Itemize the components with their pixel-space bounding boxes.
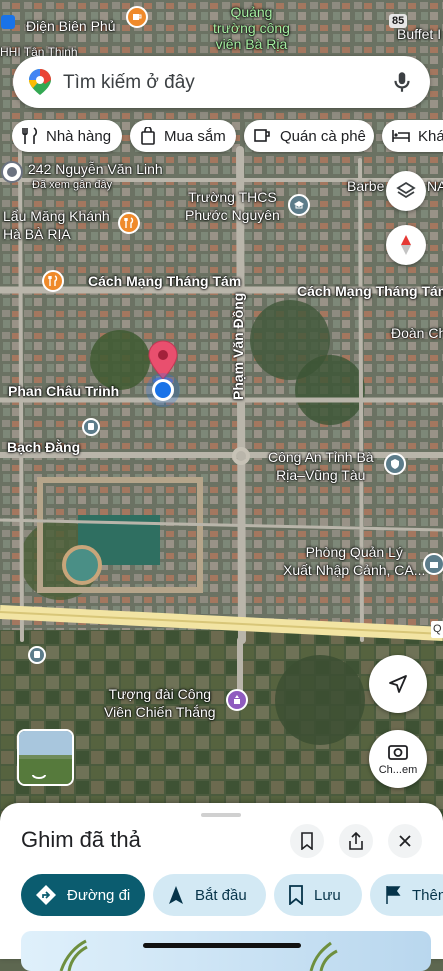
start-button[interactable]: Bắt đầu — [153, 874, 266, 916]
map-label-cach-mang-right: Cách Mạng Tháng Tám — [297, 283, 443, 299]
map-label-cach-mang-left: Cách Mạng Tháng Tám — [88, 273, 242, 289]
map-label-pham-van-dong: Phạm Văn Đồng — [230, 292, 246, 400]
close-button[interactable] — [388, 824, 422, 858]
action-label: Thên — [412, 886, 443, 904]
compass-icon — [401, 235, 411, 255]
add-label-button[interactable]: Thên — [370, 874, 443, 916]
layers-icon — [396, 181, 416, 199]
action-label: Bắt đầu — [195, 886, 247, 904]
sheet-title: Ghim đã thả — [21, 827, 141, 852]
compass-button[interactable] — [386, 225, 426, 265]
category-chips: Nhà hàng Mua sắm Quán cà phê Khá — [12, 120, 443, 154]
microphone-icon[interactable] — [389, 69, 415, 95]
chip-label: Khá — [418, 127, 443, 145]
chip-hotels[interactable]: Khá — [382, 120, 443, 152]
map-label-recent-place: 242 Nguyễn Văn Linh — [28, 161, 163, 177]
navigation-arrow-icon — [169, 886, 183, 904]
map-label-barber: Barbe — [347, 178, 385, 194]
navigation-arrow-icon — [389, 675, 407, 693]
current-location-dot — [152, 379, 174, 401]
restaurant-icon-2[interactable] — [42, 270, 64, 292]
share-button[interactable] — [339, 824, 373, 858]
map-label-phong-quan-ly: Phòng Quản Lý Xuất Nhập Cảnh, CA... — [283, 544, 426, 578]
layers-button[interactable] — [386, 171, 426, 211]
lock-icon — [1, 15, 15, 29]
maps-logo-icon — [29, 69, 51, 95]
bookmark-icon — [301, 832, 313, 850]
map-label-doan-chi: Đoàn Ch — [391, 325, 443, 341]
map-label-bach-dang: Bạch Đằng — [7, 439, 81, 455]
save-bookmark-button[interactable] — [290, 824, 324, 858]
search-input[interactable]: Tìm kiếm ở đây — [63, 72, 195, 94]
flag-icon — [386, 886, 401, 904]
transit-icon[interactable] — [82, 418, 100, 436]
home-indicator — [143, 943, 301, 948]
bookmark-icon — [289, 885, 303, 905]
street-view-image — [19, 731, 72, 784]
history-pin-icon[interactable] — [1, 161, 23, 183]
highway-badge: Q — [431, 621, 443, 638]
action-label: Lưu — [314, 886, 341, 904]
bed-icon — [392, 130, 410, 142]
chip-label: Quán cà phê — [280, 127, 366, 145]
chip-label: Mua sắm — [164, 127, 226, 145]
my-location-button[interactable] — [369, 655, 427, 713]
street-view-thumbnail[interactable] — [17, 729, 74, 786]
map-label-buffet: Buffet I — [397, 26, 442, 42]
map-label-cong-an: Công An Tỉnh Bà Rịa–Vũng Tàu — [268, 449, 374, 483]
monument-icon[interactable] — [226, 689, 248, 711]
map-label-school: Trường THCS Phước Nguyên — [185, 189, 280, 223]
map-label-na: NA — [427, 178, 443, 194]
police-icon[interactable] — [384, 453, 406, 475]
place-photo-preview[interactable] — [21, 931, 431, 971]
map-label-recent-sub: Đã xem gần đây — [32, 179, 113, 191]
map-label-tuong-dai: Tượng đài Công Viên Chiến Thắng — [104, 686, 216, 720]
camera-search-button[interactable]: Ch...em — [369, 730, 427, 788]
place-sheet[interactable]: Ghim đã thả Đường đi Bắt đầu Lưu Thên — [0, 803, 443, 971]
coffee-cup-icon — [254, 129, 270, 142]
camera-icon — [388, 745, 408, 760]
school-icon[interactable] — [288, 194, 310, 216]
status-badge: 85 — [389, 14, 408, 28]
action-label: Đường đi — [67, 886, 131, 904]
map-label-phan-chau-trinh: Phan Châu Trinh — [8, 383, 120, 399]
chip-label: Nhà hàng — [46, 127, 112, 145]
map-label-lau-mang: Lẩu Măng Khánh Hà BÀ RỊA — [3, 208, 110, 242]
chip-coffee[interactable]: Quán cà phê — [244, 120, 374, 152]
place-photo — [59, 939, 338, 971]
sheet-drag-handle[interactable] — [201, 813, 241, 817]
fork-knife-icon — [22, 127, 38, 144]
restaurant-icon[interactable] — [118, 212, 140, 234]
close-icon — [399, 835, 411, 847]
map-label-dien-bien-phu: Điện Biên Phủ — [26, 18, 116, 34]
save-button[interactable]: Lưu — [274, 874, 362, 916]
government-icon[interactable] — [423, 553, 443, 575]
map-label-park: Quảng trường công viên Bà Rịa — [213, 4, 290, 52]
chip-shopping[interactable]: Mua sắm — [130, 120, 236, 152]
search-bar[interactable]: Tìm kiếm ở đây — [13, 56, 430, 108]
share-icon — [349, 832, 363, 850]
bus-stop-icon[interactable] — [28, 646, 46, 664]
chip-restaurants[interactable]: Nhà hàng — [12, 120, 122, 152]
directions-icon — [36, 885, 56, 905]
shopping-bag-icon — [141, 127, 155, 145]
cafe-icon[interactable] — [126, 6, 148, 28]
camera-button-label: Ch...em — [378, 764, 418, 776]
directions-button[interactable]: Đường đi — [21, 874, 145, 916]
